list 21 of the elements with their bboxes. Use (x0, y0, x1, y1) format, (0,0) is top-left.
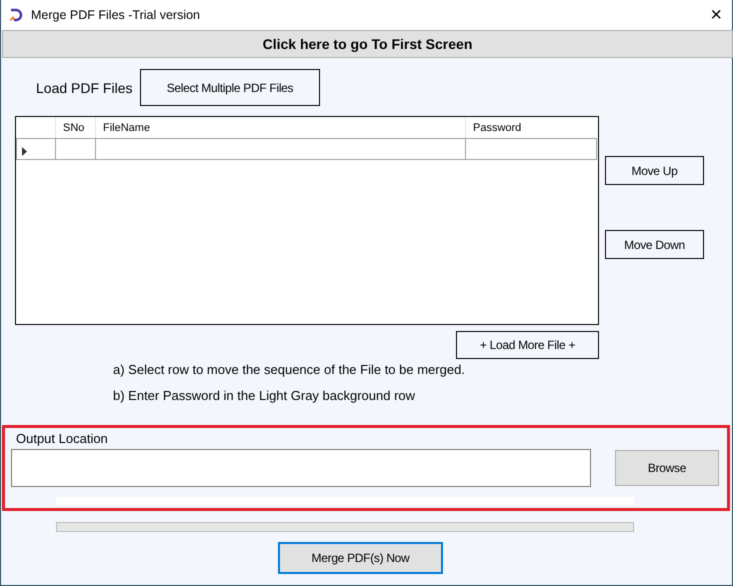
column-header[interactable]: FileName (96, 117, 466, 138)
output-field[interactable] (11, 449, 591, 487)
first-screen-button[interactable]: Click here to go To First Screen (2, 30, 733, 58)
load-label: Load PDF Files (36, 80, 134, 96)
select-files-button[interactable]: Select Multiple PDF Files (140, 69, 320, 106)
close-icon[interactable]: × (710, 5, 722, 25)
output-label: Output Location (16, 431, 108, 446)
move-up-button[interactable]: Move Up (605, 156, 704, 185)
app-logo-icon (8, 8, 23, 22)
load-more-button[interactable]: + Load More File + (456, 331, 599, 359)
column-header[interactable]: Password (466, 117, 597, 138)
browse-button[interactable]: Browse (615, 450, 719, 486)
table-cell[interactable] (56, 138, 96, 160)
instruction-text: a) Select row to move the sequence of the File to be merged. (113, 361, 465, 379)
column-header[interactable]: SNo (56, 117, 96, 138)
merge-button[interactable]: Merge PDF(s) Now (278, 542, 443, 574)
move-down-button[interactable]: Move Down (605, 230, 704, 259)
table-cell[interactable] (96, 138, 466, 160)
instruction-text: b) Enter Password in the Light Gray background row (113, 387, 416, 405)
table-cell[interactable] (466, 138, 597, 160)
window-title: Merge PDF Files -Trial version (31, 8, 200, 22)
